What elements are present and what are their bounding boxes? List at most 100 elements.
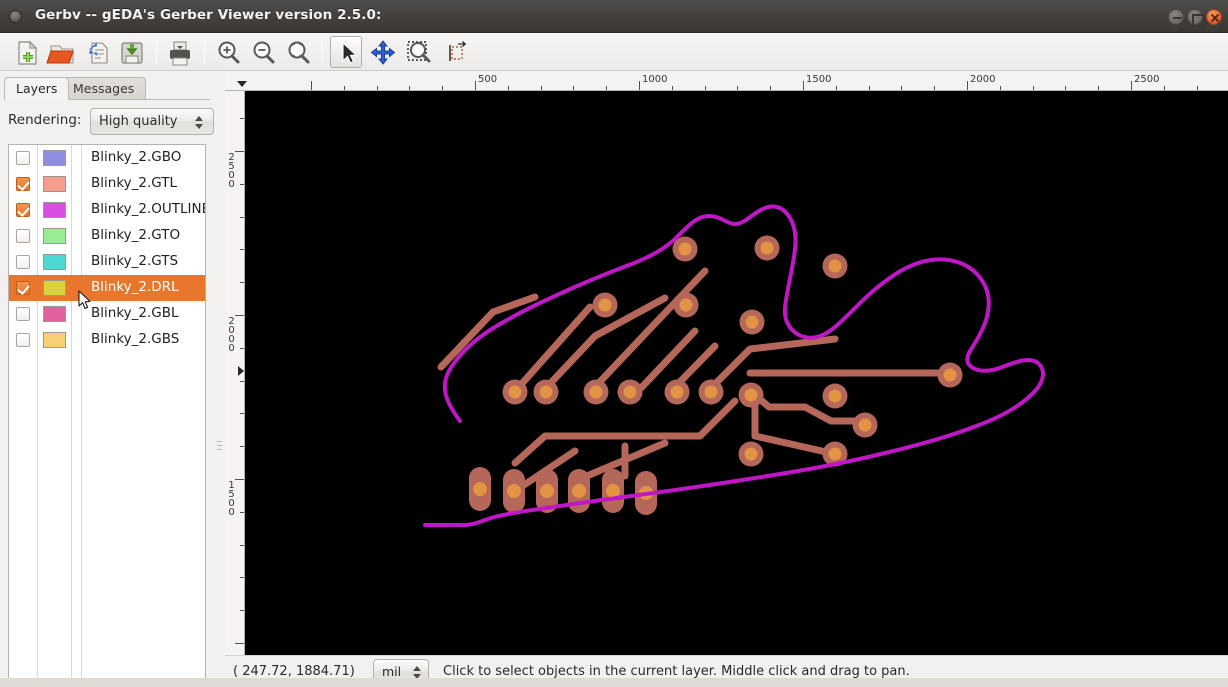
layer-visibility-checkbox[interactable] — [16, 177, 30, 191]
new-file-button[interactable] — [10, 36, 42, 68]
minimize-button[interactable] — [1168, 9, 1184, 25]
gerber-canvas[interactable] — [245, 91, 1228, 655]
ruler-tick — [639, 81, 640, 90]
vertical-ruler-pointer — [238, 366, 244, 376]
layer-visibility-checkbox[interactable] — [16, 307, 30, 321]
pcb-pad-oblong — [602, 469, 624, 513]
layer-name-label: Blinky_2.GTS — [91, 253, 179, 269]
drill-hole — [678, 242, 692, 256]
ruler-tick — [240, 511, 244, 513]
ruler-label: 500 — [478, 74, 498, 85]
pointer-tool-button[interactable] — [330, 36, 362, 68]
print-button[interactable] — [163, 36, 195, 68]
drill-hole — [507, 484, 521, 498]
pan-tool-button[interactable] — [366, 36, 398, 68]
layer-row-blinky_2-gbs[interactable]: Blinky_2.GBS — [9, 327, 205, 353]
layer-row-blinky_2-drl[interactable]: Blinky_2.DRL — [9, 275, 205, 301]
measure-tool-button[interactable] — [440, 36, 472, 68]
revert-icon — [89, 42, 108, 64]
layer-row-blinky_2-gto[interactable]: Blinky_2.GTO — [9, 223, 205, 249]
gerbv-window: Gerbv -- gEDA's Gerber Viewer version 2.… — [0, 0, 1228, 687]
ruler-tick — [1163, 86, 1165, 90]
ruler-tick — [737, 86, 739, 90]
status-hint: Click to select objects in the current l… — [443, 664, 910, 679]
ruler-tick — [934, 86, 936, 90]
title-bar: Gerbv -- gEDA's Gerber Viewer version 2.… — [0, 0, 1228, 33]
layer-visibility-checkbox[interactable] — [16, 333, 30, 347]
ruler-tick — [240, 216, 244, 218]
pcb-pad-round — [852, 412, 878, 438]
pcb-trace — [749, 389, 869, 425]
zoom-in-button[interactable] — [211, 36, 243, 68]
printer-icon — [170, 41, 190, 66]
layer-row-blinky_2-gts[interactable]: Blinky_2.GTS — [9, 249, 205, 275]
window-title: Gerbv -- gEDA's Gerber Viewer version 2.… — [35, 7, 382, 23]
ruler-label: 1000 — [642, 74, 668, 85]
layer-color-swatch[interactable] — [43, 254, 66, 270]
drill-hole — [572, 484, 586, 498]
drill-hole — [704, 385, 718, 399]
ruler-tick — [311, 81, 312, 90]
drill-hole — [745, 315, 759, 329]
ruler-tick — [606, 86, 608, 90]
layer-list[interactable]: Blinky_2.GBO Blinky_2.GTL Blinky_2.OUTLINE… — [8, 144, 206, 687]
layer-visibility-checkbox[interactable] — [16, 281, 30, 295]
ruler-tick — [240, 118, 244, 120]
layer-color-swatch[interactable] — [43, 202, 66, 218]
pcb-pad-round — [937, 362, 963, 388]
layer-name-label: Blinky_2.GBO — [91, 149, 182, 165]
revert-button[interactable] — [80, 36, 112, 68]
maximize-button[interactable] — [1187, 9, 1205, 27]
toolbar-separator-3 — [322, 41, 323, 63]
zoom-out-button[interactable] — [246, 36, 278, 68]
layer-color-swatch[interactable] — [43, 332, 66, 348]
ruler-tick — [1196, 86, 1198, 90]
ruler-tick — [999, 86, 1001, 90]
open-file-button[interactable] — [45, 36, 77, 68]
save-button[interactable] — [115, 36, 147, 68]
layer-name-label: Blinky_2.OUTLINE — [91, 201, 205, 217]
layer-color-swatch[interactable] — [43, 176, 66, 192]
drill-hole — [539, 385, 553, 399]
layer-row-blinky_2-gbl[interactable]: Blinky_2.GBL — [9, 301, 205, 327]
layer-color-swatch[interactable] — [43, 280, 66, 296]
layer-visibility-checkbox[interactable] — [16, 229, 30, 243]
layer-color-swatch[interactable] — [43, 306, 66, 322]
rendering-select[interactable]: High quality — [90, 108, 214, 135]
toolbar-separator-2 — [204, 41, 205, 63]
ruler-tick — [442, 86, 444, 90]
panel-splitter[interactable] — [214, 71, 225, 687]
layer-visibility-checkbox[interactable] — [16, 255, 30, 269]
zoom-fit-button[interactable] — [281, 36, 313, 68]
pcb-trace — [707, 335, 839, 392]
close-button[interactable] — [1206, 9, 1222, 25]
ruler-tick — [671, 86, 673, 90]
layer-color-swatch[interactable] — [43, 228, 66, 244]
pcb-pad-round — [592, 292, 618, 318]
ruler-tick — [573, 86, 575, 90]
ruler-tick — [240, 577, 244, 579]
tab-messages[interactable]: Messages — [61, 77, 147, 100]
ruler-label: 1500 — [228, 480, 235, 518]
app-menu-icon[interactable] — [9, 10, 22, 23]
drill-hole — [508, 385, 522, 399]
ruler-tick — [868, 86, 870, 90]
drill-hole — [679, 298, 693, 312]
tab-layers[interactable]: Layers — [4, 77, 70, 100]
layer-visibility-checkbox[interactable] — [16, 203, 30, 217]
zoom-tool-button[interactable] — [402, 36, 434, 68]
cursor-arrow-icon — [78, 290, 91, 310]
ruler-tick — [240, 610, 244, 612]
ruler-tick — [343, 86, 345, 90]
ruler-tick — [235, 479, 244, 480]
layer-row-blinky_2-gtl[interactable]: Blinky_2.GTL — [9, 171, 205, 197]
layer-color-swatch[interactable] — [43, 150, 66, 166]
ruler-tick — [235, 643, 244, 644]
layer-row-blinky_2-outline[interactable]: Blinky_2.OUTLINE — [9, 197, 205, 223]
rendering-value: High quality — [99, 114, 178, 129]
layer-visibility-checkbox[interactable] — [16, 151, 30, 165]
toolbar-separator — [156, 41, 157, 63]
chevron-up-icon — [413, 666, 421, 671]
layer-row-blinky_2-gbo[interactable]: Blinky_2.GBO — [9, 145, 205, 171]
open-folder-icon — [46, 45, 74, 64]
